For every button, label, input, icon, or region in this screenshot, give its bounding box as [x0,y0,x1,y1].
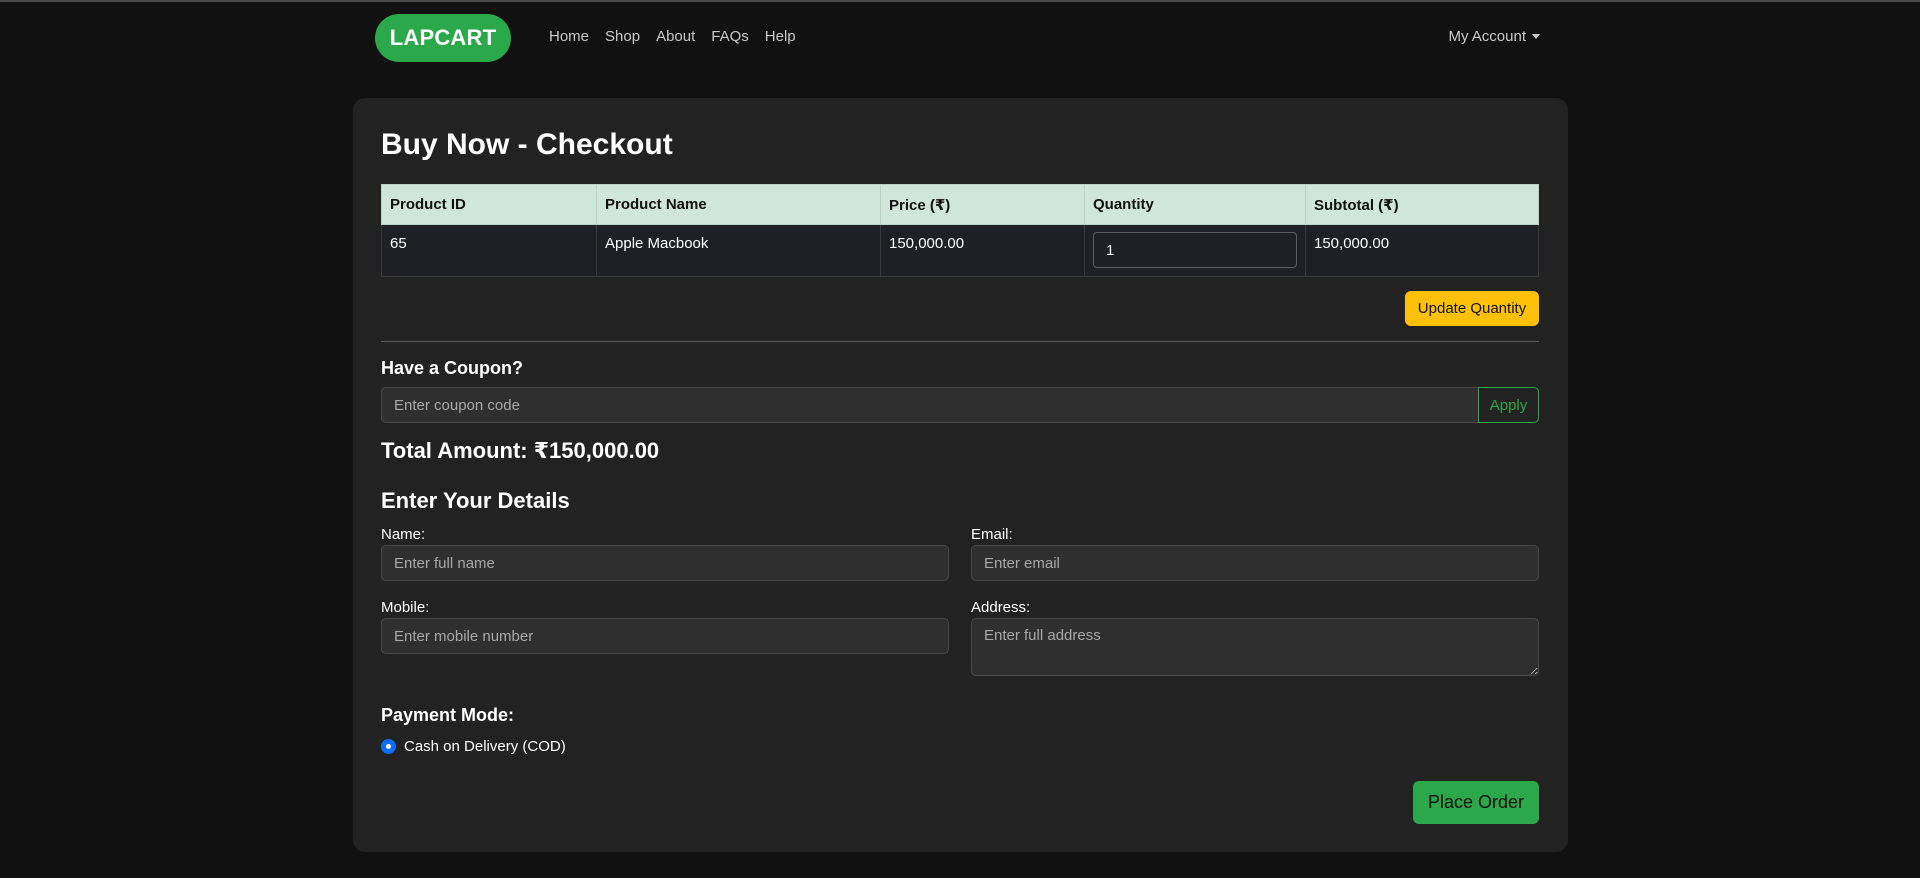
quantity-input[interactable] [1093,232,1297,268]
nav-link-help[interactable]: Help [765,28,796,45]
caret-down-icon [1532,34,1540,39]
nav-link-home[interactable]: Home [549,28,589,45]
header-quantity: Quantity [1084,184,1306,225]
my-account-label: My Account [1448,28,1526,45]
cod-label[interactable]: Cash on Delivery (COD) [404,738,566,755]
email-input[interactable] [971,545,1539,581]
my-account-dropdown[interactable]: My Account [1448,28,1540,45]
nav-link-about[interactable]: About [656,28,695,45]
mobile-label: Mobile: [381,599,430,616]
details-heading: Enter Your Details [381,488,570,513]
top-border [0,0,1920,2]
checkout-card: Buy Now - Checkout Product ID Product Na… [353,98,1568,852]
name-label: Name: [381,526,426,543]
header-subtotal: Subtotal (₹) [1305,184,1539,225]
table-header-row: Product ID Product Name Price (₹) Quanti… [381,184,1539,225]
update-quantity-button[interactable]: Update Quantity [1405,291,1539,326]
nav-links: Home Shop About FAQs Help [549,28,812,45]
nav-link-shop[interactable]: Shop [605,28,640,45]
cart-table: Product ID Product Name Price (₹) Quanti… [381,184,1539,277]
header-product-name: Product Name [596,184,881,225]
navbar: LAPCART Home Shop About FAQs Help My Acc… [375,14,1540,64]
cell-subtotal: 150,000.00 [1305,224,1539,277]
header-product-id: Product ID [381,184,597,225]
nav-link-faqs[interactable]: FAQs [711,28,749,45]
cell-product-id: 65 [381,224,597,277]
cell-product-name: Apple Macbook [596,224,881,277]
place-order-button[interactable]: Place Order [1413,781,1539,824]
total-amount: Total Amount: ₹150,000.00 [381,438,660,463]
coupon-input[interactable] [381,387,1479,423]
address-label: Address: [971,599,1031,616]
mobile-input[interactable] [381,618,949,654]
table-row: 65 Apple Macbook 150,000.00 150,000.00 [381,224,1539,277]
cell-quantity [1084,224,1306,277]
brand-logo[interactable]: LAPCART [375,14,511,62]
page-title: Buy Now - Checkout [381,128,673,161]
divider [381,341,1539,342]
cell-price: 150,000.00 [880,224,1085,277]
payment-option-cod: Cash on Delivery (COD) [381,738,566,755]
name-input[interactable] [381,545,949,581]
cod-radio[interactable] [381,739,396,754]
apply-coupon-button[interactable]: Apply [1478,387,1539,423]
address-textarea[interactable] [971,618,1539,676]
coupon-heading: Have a Coupon? [381,358,524,378]
email-label: Email: [971,526,1013,543]
payment-heading: Payment Mode: [381,705,515,725]
header-price: Price (₹) [880,184,1085,225]
